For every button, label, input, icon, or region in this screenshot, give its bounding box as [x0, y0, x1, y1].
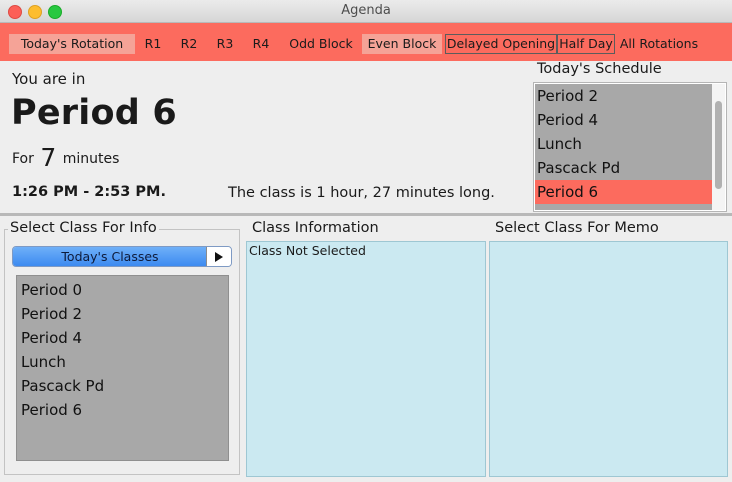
schedule-item[interactable]: Lunch — [535, 132, 712, 156]
class-list: Period 0 Period 2 Period 4 Lunch Pascack… — [16, 275, 229, 461]
minutes-remaining-value: 7 — [40, 143, 57, 172]
todays-schedule-title: Today's Schedule — [537, 61, 662, 77]
r4-button[interactable]: R4 — [249, 34, 273, 54]
class-list-item[interactable]: Period 2 — [17, 302, 228, 326]
dropdown-arrow-button[interactable] — [206, 247, 231, 266]
class-length-text: The class is 1 hour, 27 minutes long. — [228, 185, 495, 201]
minutes-label: minutes — [62, 151, 120, 167]
class-information-text: Class Not Selected — [249, 243, 366, 258]
delayed-opening-button[interactable]: Delayed Opening — [445, 34, 557, 54]
select-class-for-info-title: Select Class For Info — [8, 220, 159, 236]
todays-schedule-list: Period 2 Period 4 Lunch Pascack Pd Perio… — [533, 82, 727, 212]
select-class-for-memo-title: Select Class For Memo — [495, 220, 659, 236]
class-list-item[interactable]: Pascack Pd — [17, 374, 228, 398]
class-information-title: Class Information — [252, 220, 379, 236]
title-bar: Agenda — [0, 0, 732, 23]
schedule-item[interactable]: Pascack Pd — [535, 156, 712, 180]
split-pane-divider[interactable] — [0, 213, 732, 216]
rotation-bar: Today's Rotation R1 R2 R3 R4 Odd Block E… — [0, 23, 732, 61]
schedule-item[interactable]: Period 4 — [535, 108, 712, 132]
memo-panel[interactable] — [489, 241, 728, 477]
schedule-scroll-thumb[interactable] — [715, 101, 722, 189]
class-list-item[interactable]: Period 0 — [17, 278, 228, 302]
class-list-item[interactable]: Period 6 — [17, 398, 228, 422]
class-information-panel[interactable]: Class Not Selected — [246, 241, 486, 477]
agenda-window: Agenda Today's Rotation R1 R2 R3 R4 Odd … — [0, 0, 732, 482]
r3-button[interactable]: R3 — [213, 34, 237, 54]
all-rotations-button[interactable]: All Rotations — [618, 34, 700, 54]
current-period: Period 6 — [11, 93, 177, 133]
r2-button[interactable]: R2 — [177, 34, 201, 54]
class-list-item[interactable]: Period 4 — [17, 326, 228, 350]
class-list-item[interactable]: Lunch — [17, 350, 228, 374]
schedule-scrollbar[interactable] — [712, 84, 725, 210]
play-triangle-icon — [215, 252, 223, 262]
remaining-time: For 7 minutes — [12, 143, 119, 172]
dropdown-selected-value[interactable]: Today's Classes — [13, 247, 207, 266]
schedule-item-selected[interactable]: Period 6 — [535, 180, 712, 204]
you-are-in-label: You are in — [12, 70, 86, 88]
schedule-item[interactable]: Period 2 — [535, 84, 712, 108]
for-label: For — [12, 151, 34, 167]
schedule-items: Period 2 Period 4 Lunch Pascack Pd Perio… — [535, 84, 712, 210]
even-block-button[interactable]: Even Block — [362, 34, 442, 54]
class-filter-dropdown[interactable]: Today's Classes — [12, 246, 232, 267]
odd-block-button[interactable]: Odd Block — [284, 34, 358, 54]
r1-button[interactable]: R1 — [141, 34, 165, 54]
half-day-button[interactable]: Half Day — [557, 34, 615, 54]
class-time-range: 1:26 PM - 2:53 PM. — [12, 184, 166, 200]
window-title: Agenda — [341, 3, 391, 18]
todays-rotation-button[interactable]: Today's Rotation — [9, 34, 135, 54]
